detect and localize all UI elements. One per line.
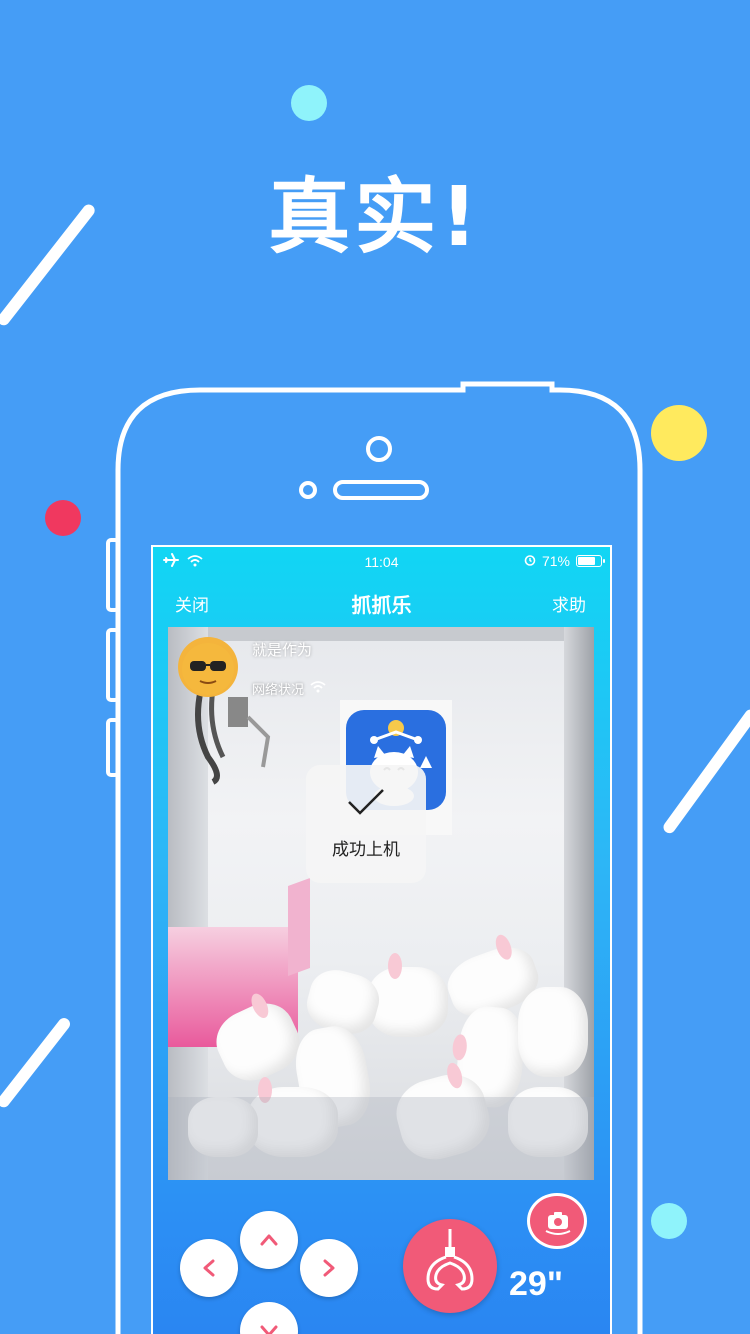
battery-percentage: 71% bbox=[541, 553, 570, 569]
battery-icon bbox=[576, 555, 605, 567]
chevron-left-icon bbox=[203, 1259, 215, 1277]
chevron-down-icon bbox=[260, 1325, 278, 1334]
down-button[interactable] bbox=[240, 1302, 298, 1334]
chevron-up-icon bbox=[260, 1234, 278, 1246]
player-name: 就是作为 bbox=[252, 642, 313, 659]
grab-button[interactable] bbox=[403, 1219, 497, 1313]
claw-icon bbox=[426, 1229, 474, 1291]
alarm-icon bbox=[524, 553, 536, 569]
checkmark-icon bbox=[346, 787, 386, 822]
chevron-right-icon bbox=[323, 1259, 335, 1277]
plush-toy bbox=[518, 987, 588, 1077]
toast-message: 成功上机 bbox=[332, 840, 400, 859]
right-button[interactable] bbox=[300, 1239, 358, 1297]
phone-screen: 11:04 71% 关闭 抓抓乐 求助 就是作为 网络状况 成功上机 29" bbox=[153, 547, 610, 1334]
player-avatar[interactable] bbox=[178, 637, 238, 697]
live-camera-view: 就是作为 网络状况 bbox=[168, 627, 594, 1180]
camera-rotate-icon bbox=[545, 1212, 571, 1235]
success-toast: 成功上机 bbox=[306, 765, 426, 883]
nav-bar: 关闭 抓抓乐 求助 bbox=[153, 581, 610, 621]
left-button[interactable] bbox=[180, 1239, 238, 1297]
plush-toy bbox=[368, 953, 448, 1037]
prize-pink-box-side bbox=[288, 877, 310, 977]
camera-switch-button[interactable] bbox=[527, 1193, 587, 1249]
network-label: 网络状况 bbox=[252, 682, 305, 697]
status-bar: 11:04 71% bbox=[153, 547, 610, 577]
network-status: 网络状况 bbox=[252, 679, 326, 698]
up-button[interactable] bbox=[240, 1211, 298, 1269]
help-button[interactable]: 求助 bbox=[552, 591, 586, 616]
machine-glass-floor bbox=[168, 1097, 594, 1180]
signal-icon bbox=[310, 681, 326, 696]
machine-top-bar bbox=[168, 627, 594, 641]
countdown-timer: 29" bbox=[509, 1265, 563, 1303]
page-title: 抓抓乐 bbox=[351, 595, 412, 617]
